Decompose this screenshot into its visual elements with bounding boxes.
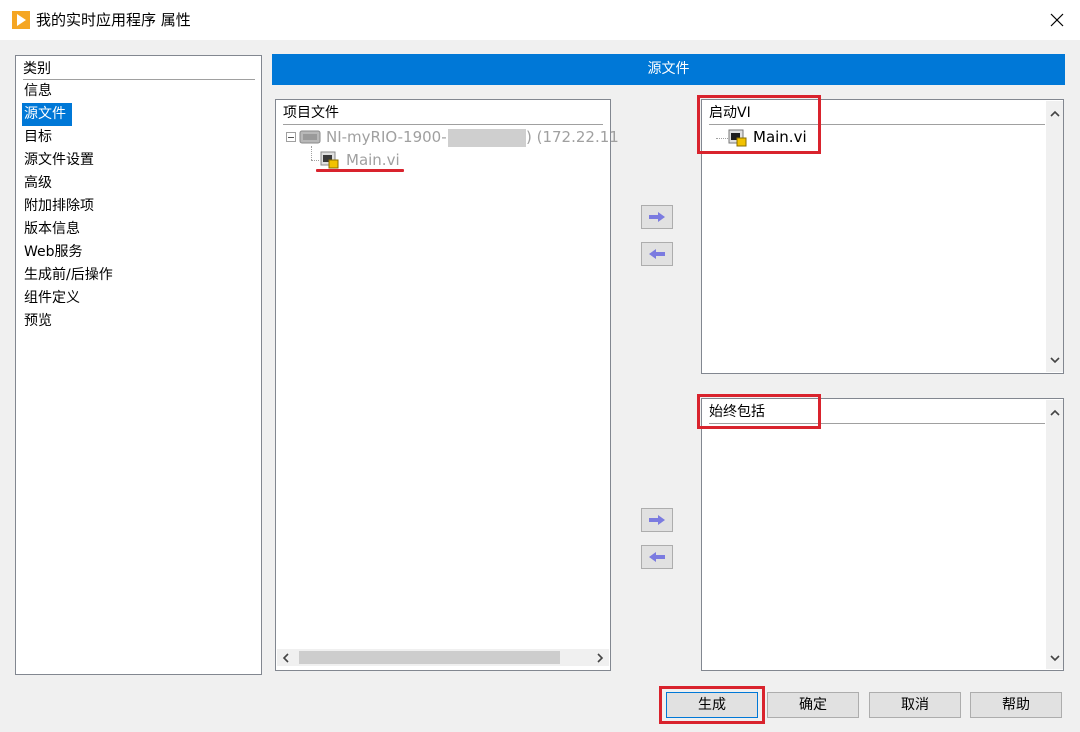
close-button[interactable] (1040, 4, 1074, 36)
chevron-down-icon (1049, 654, 1060, 661)
category-item-version-info[interactable]: 版本信息 (22, 218, 256, 241)
vertical-scrollbar[interactable] (1046, 400, 1063, 669)
close-icon (1050, 13, 1064, 27)
add-to-always-include-button[interactable] (641, 508, 673, 532)
vi-file-icon (320, 151, 339, 169)
category-item-info[interactable]: 信息 (22, 80, 256, 103)
annotation-box-build (659, 686, 765, 724)
category-listbox[interactable]: 类别 信息 源文件 目标 源文件设置 高级 附加排除项 版本信息 Web服务 生… (15, 55, 262, 675)
annotation-box-always-include (697, 394, 821, 429)
project-files-header: 项目文件 (283, 103, 603, 125)
category-item-source-files[interactable]: 源文件 (22, 103, 72, 126)
project-files-tree[interactable]: 项目文件 NI-myRIO-1900- ) (172.22.11 Main.vi (275, 99, 619, 671)
chevron-up-icon (1049, 110, 1060, 117)
window-title: 我的实时应用程序 属性 (36, 11, 191, 29)
remove-from-always-include-button[interactable] (641, 545, 673, 569)
always-include-listbox[interactable]: 始终包括 (701, 398, 1064, 671)
vertical-scrollbar[interactable] (1046, 101, 1063, 372)
myrio-device-icon (299, 130, 321, 144)
category-item-source-file-settings[interactable]: 源文件设置 (22, 149, 256, 172)
category-item-additional-exclusions[interactable]: 附加排除项 (22, 195, 256, 218)
annotation-underline (316, 169, 404, 172)
annotation-box-startup-vi (697, 95, 821, 154)
category-item-advanced[interactable]: 高级 (22, 172, 256, 195)
labview-app-icon (12, 11, 30, 29)
chevron-left-icon (282, 652, 289, 663)
category-item-pre-post-build[interactable]: 生成前/后操作 (22, 264, 256, 287)
tree-file-main-vi[interactable]: Main.vi (346, 151, 400, 169)
cancel-button[interactable]: 取消 (869, 692, 961, 718)
scroll-down-arrow[interactable] (1046, 351, 1063, 368)
chevron-up-icon (1049, 409, 1060, 416)
collapse-toggle[interactable] (286, 132, 296, 142)
redacted-serial (448, 129, 526, 147)
scroll-left-arrow[interactable] (277, 649, 294, 666)
category-item-destinations[interactable]: 目标 (22, 126, 256, 149)
scroll-up-arrow[interactable] (1046, 105, 1063, 122)
category-item-web-services[interactable]: Web服务 (22, 241, 256, 264)
remove-from-startup-button[interactable] (641, 242, 673, 266)
arrow-right-icon (649, 515, 665, 525)
chevron-down-icon (1049, 356, 1060, 363)
category-header: 类别 (23, 59, 255, 80)
category-list: 信息 源文件 目标 源文件设置 高级 附加排除项 版本信息 Web服务 生成前/… (22, 80, 256, 333)
tree-target-ip: ) (172.22.11 (526, 128, 619, 146)
category-item-preview[interactable]: 预览 (22, 310, 256, 333)
horizontal-scrollbar[interactable] (277, 649, 609, 666)
scrollbar-thumb[interactable] (299, 651, 560, 664)
arrow-right-icon (649, 212, 665, 222)
tree-target-name[interactable]: NI-myRIO-1900- (326, 128, 447, 146)
category-item-component-definitions[interactable]: 组件定义 (22, 287, 256, 310)
section-header: 源文件 (272, 54, 1065, 85)
tree-connector (311, 160, 319, 161)
chevron-right-icon (596, 652, 603, 663)
scroll-up-arrow[interactable] (1046, 404, 1063, 421)
tree-connector (311, 146, 312, 160)
arrow-left-icon (649, 552, 665, 562)
scroll-down-arrow[interactable] (1046, 649, 1063, 666)
ok-button[interactable]: 确定 (767, 692, 859, 718)
arrow-left-icon (649, 249, 665, 259)
help-button[interactable]: 帮助 (970, 692, 1062, 718)
scroll-right-arrow[interactable] (591, 649, 608, 666)
add-to-startup-button[interactable] (641, 205, 673, 229)
